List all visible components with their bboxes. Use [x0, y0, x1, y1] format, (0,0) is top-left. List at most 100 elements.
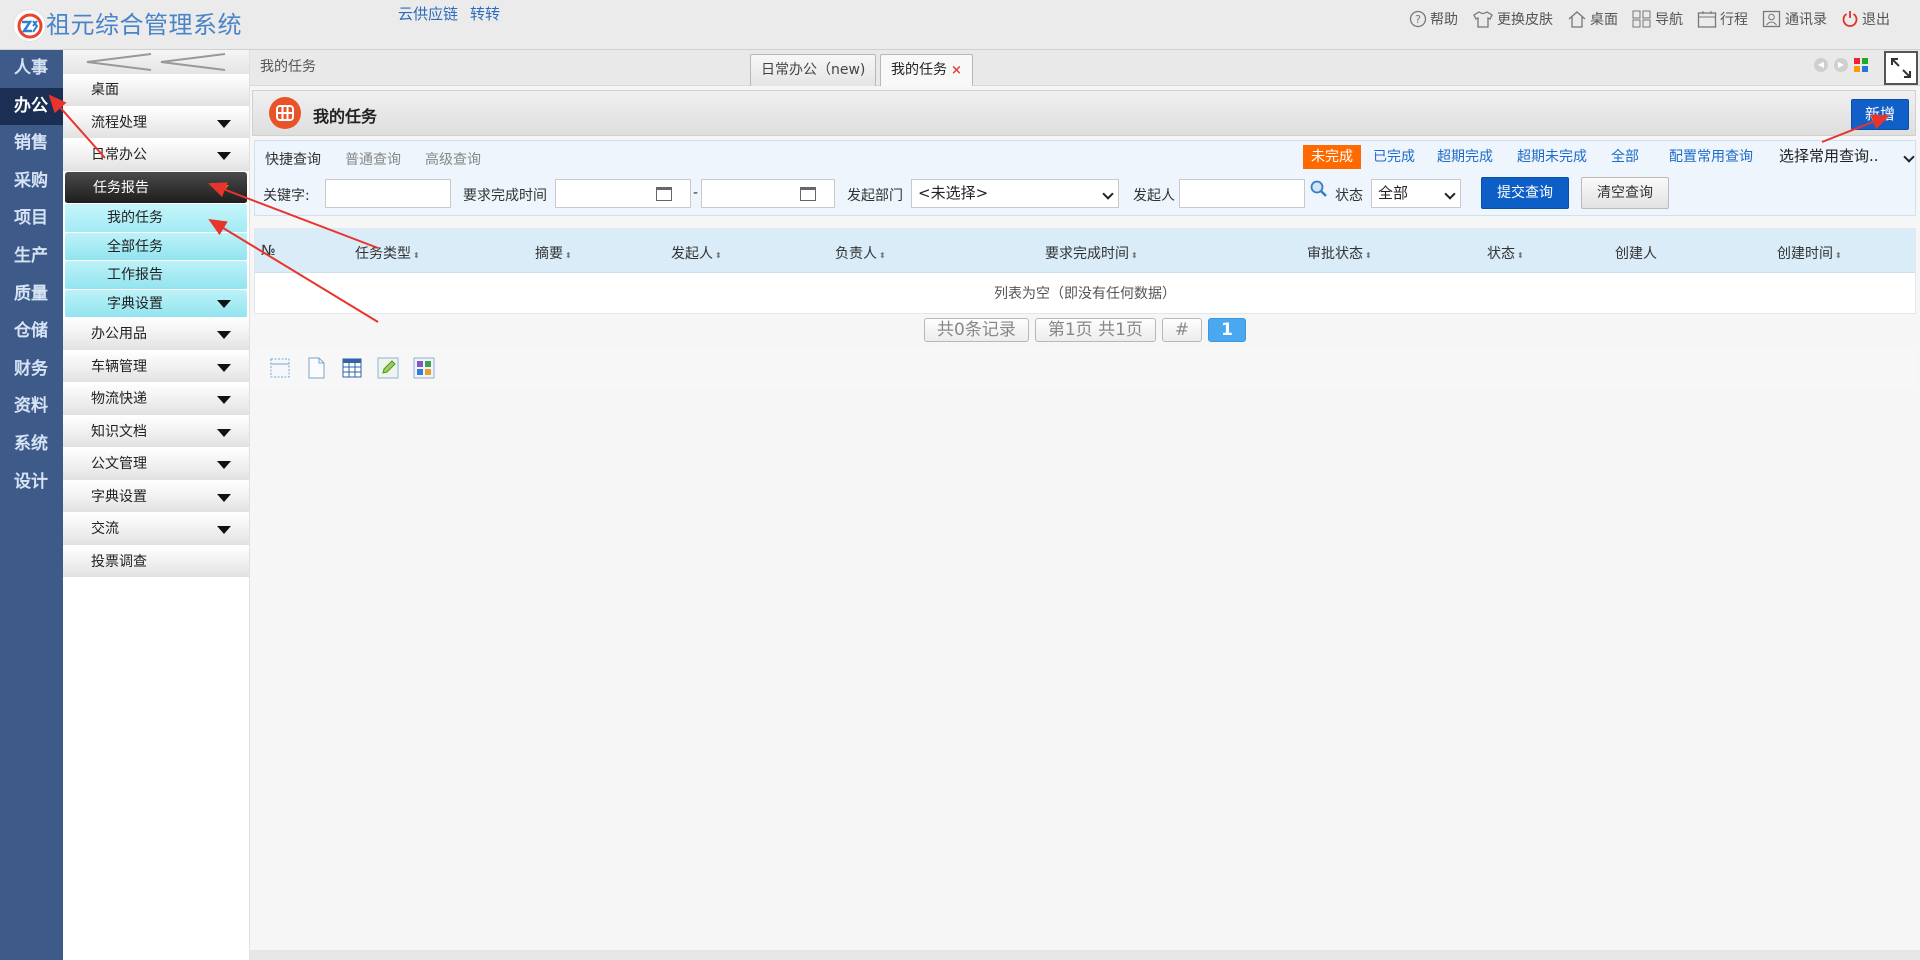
module-design[interactable]: 设计	[0, 464, 63, 502]
nav-item-communication[interactable]: 交流	[63, 513, 249, 546]
select-columns-icon[interactable]	[268, 356, 292, 380]
nav-subitem-dictionary[interactable]: 字典设置	[65, 289, 247, 318]
sort-icon: ⬍	[715, 251, 722, 260]
calendar-icon[interactable]	[800, 187, 816, 201]
module-sales[interactable]: 销售	[0, 125, 63, 163]
due-time-start-input[interactable]	[555, 179, 691, 208]
nav-item-logistics[interactable]: 物流快递	[63, 383, 249, 416]
add-button[interactable]: 新增	[1851, 99, 1909, 130]
initiator-input[interactable]	[1179, 179, 1305, 208]
tab-advanced-query[interactable]: 高级查询	[425, 149, 481, 169]
module-production[interactable]: 生产	[0, 238, 63, 276]
nav-subitem-all-tasks[interactable]: 全部任务	[65, 232, 247, 261]
column-due-time[interactable]: 要求完成时间 ⬍	[1045, 243, 1138, 263]
tab-my-tasks[interactable]: 我的任务 ×	[880, 54, 973, 86]
navigation-button[interactable]: 导航	[1632, 9, 1683, 29]
collapse-nav-button[interactable]	[63, 50, 249, 74]
module-system[interactable]: 系统	[0, 426, 63, 464]
module-office[interactable]: 办公	[0, 87, 63, 126]
column-owner[interactable]: 负责人 ⬍	[835, 243, 886, 263]
nav-item-daily-office[interactable]: 日常办公	[63, 139, 249, 172]
module-sidebar: 人事 办公 销售 采购 项目 生产 质量 仓储 财务 资料 系统 设计	[0, 50, 63, 960]
puzzle-icon[interactable]	[412, 356, 436, 380]
column-summary[interactable]: 摘要 ⬍	[535, 243, 572, 263]
column-initiator[interactable]: 发起人 ⬍	[671, 243, 722, 263]
nav-subitem-work-report[interactable]: 工作报告	[65, 261, 247, 290]
nav-item-vehicles[interactable]: 车辆管理	[63, 350, 249, 383]
office-nav: 桌面 流程处理 日常办公 任务报告 我的任务 全部任务 工作报告 字典设置 办公…	[63, 50, 250, 960]
range-dash: -	[693, 185, 699, 201]
edit-icon[interactable]	[376, 356, 400, 380]
nav-item-task-report[interactable]: 任务报告	[65, 171, 247, 204]
submit-query-button[interactable]: 提交查询	[1481, 177, 1569, 209]
column-created-time[interactable]: 创建时间 ⬍	[1777, 243, 1842, 263]
scroll-right-icon[interactable]: ▶	[1834, 58, 1848, 72]
filter-overdue-completed[interactable]: 超期完成	[1429, 145, 1501, 169]
change-skin-button[interactable]: 更换皮肤	[1472, 9, 1553, 29]
sort-icon: ⬍	[1517, 251, 1524, 260]
page-jump[interactable]: #	[1161, 318, 1203, 342]
nav-item-knowledge-docs[interactable]: 知识文档	[63, 415, 249, 448]
new-document-icon[interactable]	[304, 356, 328, 380]
config-common-query-link[interactable]: 配置常用查询	[1661, 145, 1761, 169]
calendar-icon[interactable]	[656, 187, 672, 201]
tab-normal-query[interactable]: 普通查询	[345, 149, 401, 169]
caret-down-icon	[217, 526, 231, 534]
sort-icon: ⬍	[1365, 251, 1372, 260]
nav-item-label: 桌面	[91, 82, 119, 98]
nav-item-official-docs[interactable]: 公文管理	[63, 448, 249, 481]
filter-incomplete[interactable]: 未完成	[1303, 145, 1361, 169]
chevron-down-icon	[1102, 188, 1114, 200]
help-button[interactable]: ? 帮助	[1409, 9, 1458, 29]
tab-quick-query[interactable]: 快捷查询	[265, 149, 321, 169]
due-time-end-input[interactable]	[701, 179, 835, 208]
logout-label: 退出	[1862, 12, 1890, 28]
contacts-label: 通讯录	[1785, 12, 1827, 28]
nav-item-dictionary[interactable]: 字典设置	[63, 480, 249, 513]
module-materials[interactable]: 资料	[0, 388, 63, 426]
module-quality[interactable]: 质量	[0, 276, 63, 314]
column-status[interactable]: 状态 ⬍	[1487, 243, 1524, 263]
nav-subitem-my-tasks[interactable]: 我的任务	[65, 204, 247, 233]
filter-all[interactable]: 全部	[1603, 145, 1647, 169]
column-task-type[interactable]: 任务类型 ⬍	[355, 243, 420, 263]
filter-completed[interactable]: 已完成	[1365, 145, 1423, 169]
schedule-label: 行程	[1720, 12, 1748, 28]
scroll-left-icon[interactable]: ◀	[1814, 58, 1828, 72]
page-number-current[interactable]: 1	[1208, 318, 1246, 342]
schedule-button[interactable]: 行程	[1697, 9, 1748, 29]
navigation-label: 导航	[1655, 12, 1683, 28]
logout-button[interactable]: 退出	[1841, 9, 1890, 29]
table-icon[interactable]	[340, 356, 364, 380]
module-hr[interactable]: 人事	[0, 50, 63, 88]
fullscreen-button[interactable]	[1884, 51, 1918, 85]
column-label: №	[261, 243, 276, 259]
link-cloud-supply-chain[interactable]: 云供应链	[398, 3, 458, 24]
tab-menu-icon[interactable]	[1854, 58, 1868, 72]
module-warehouse[interactable]: 仓储	[0, 313, 63, 351]
department-select[interactable]: <未选择>	[911, 179, 1119, 208]
status-select[interactable]: 全部	[1371, 179, 1461, 208]
close-icon[interactable]: ×	[951, 63, 962, 78]
desktop-button[interactable]: 桌面	[1567, 9, 1618, 29]
keyword-input[interactable]	[325, 179, 451, 208]
tab-daily-office[interactable]: 日常办公（new)	[750, 54, 877, 86]
nav-item-desktop[interactable]: 桌面	[63, 74, 249, 107]
contacts-button[interactable]: 通讯录	[1762, 9, 1827, 29]
module-purchase[interactable]: 采购	[0, 163, 63, 201]
change-skin-label: 更换皮肤	[1497, 12, 1553, 28]
search-icon[interactable]	[1309, 179, 1329, 199]
nav-item-office-supplies[interactable]: 办公用品	[63, 318, 249, 351]
expand-icon	[1891, 58, 1911, 78]
shirt-icon	[1473, 11, 1493, 28]
column-approval-status[interactable]: 审批状态 ⬍	[1307, 243, 1372, 263]
common-query-select[interactable]: 选择常用查询..	[1773, 143, 1915, 171]
clear-query-button[interactable]: 清空查询	[1581, 177, 1669, 209]
nav-item-label: 办公用品	[91, 326, 147, 342]
nav-item-voting[interactable]: 投票调查	[63, 545, 249, 578]
link-zhuanzhuan[interactable]: 转转	[470, 3, 500, 24]
module-project[interactable]: 项目	[0, 200, 63, 238]
filter-overdue-incomplete[interactable]: 超期未完成	[1509, 145, 1595, 169]
module-finance[interactable]: 财务	[0, 351, 63, 389]
nav-item-workflow[interactable]: 流程处理	[63, 106, 249, 139]
